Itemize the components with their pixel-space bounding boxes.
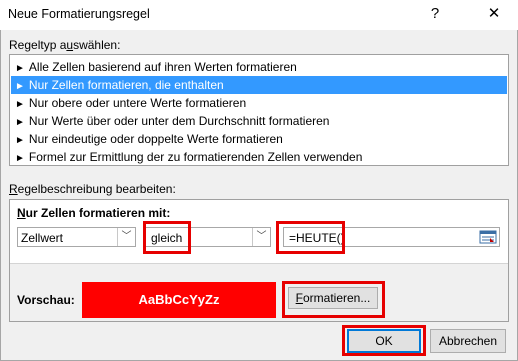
- arrow-icon: ►: [15, 135, 25, 146]
- chevron-down-icon[interactable]: ﹀: [252, 228, 270, 246]
- value-input[interactable]: =HEUTE(): [283, 227, 500, 247]
- arrow-icon: ►: [15, 81, 25, 92]
- dialog-title: Neue Formatierungsregel: [8, 7, 150, 21]
- arrow-icon: ►: [15, 99, 25, 110]
- operator-combo[interactable]: gleich ﹀: [145, 227, 271, 247]
- arrow-icon: ►: [15, 63, 25, 74]
- help-button[interactable]: ?: [424, 4, 446, 24]
- cancel-button[interactable]: Abbrechen: [430, 329, 506, 353]
- range-picker-icon[interactable]: [479, 230, 497, 244]
- value-input-text: =HEUTE(): [289, 231, 345, 245]
- ruletype-item[interactable]: ► Alle Zellen basierend auf ihren Werten …: [11, 58, 507, 76]
- ok-button[interactable]: OK: [347, 329, 421, 353]
- description-label: Regelbeschreibung bearbeiten:: [9, 182, 176, 196]
- format-button[interactable]: Formatieren...: [288, 287, 378, 309]
- chevron-down-icon[interactable]: ﹀: [117, 228, 135, 246]
- preview-box: AaBbCcYyZz: [82, 282, 276, 318]
- ruletype-item[interactable]: ► Nur eindeutige oder doppelte Werte form…: [11, 130, 507, 148]
- arrow-icon: ►: [15, 153, 25, 164]
- ruletype-list[interactable]: ► Alle Zellen basierend auf ihren Werten …: [9, 54, 509, 166]
- close-button[interactable]: ✕: [480, 4, 508, 24]
- ruletype-item-selected[interactable]: ► Nur Zellen formatieren, die enthalten: [11, 76, 507, 94]
- operator-combo-value: gleich: [151, 231, 183, 245]
- arrow-icon: ►: [15, 117, 25, 128]
- ruletype-item[interactable]: ► Formel zur Ermittlung der zu formatiere…: [11, 148, 507, 166]
- condition-title: Nur Zellen formatieren mit:: [17, 206, 171, 220]
- ruletype-item[interactable]: ► Nur obere oder untere Werte formatieren: [11, 94, 507, 112]
- preview-label: Vorschau:: [17, 293, 75, 307]
- ruletype-item[interactable]: ► Nur Werte über oder unter dem Durchschn…: [11, 112, 507, 130]
- field-combo[interactable]: Zellwert ﹀: [17, 227, 136, 247]
- ruletype-label: Regeltyp auswählen:: [9, 38, 121, 52]
- field-combo-value: Zellwert: [21, 231, 64, 245]
